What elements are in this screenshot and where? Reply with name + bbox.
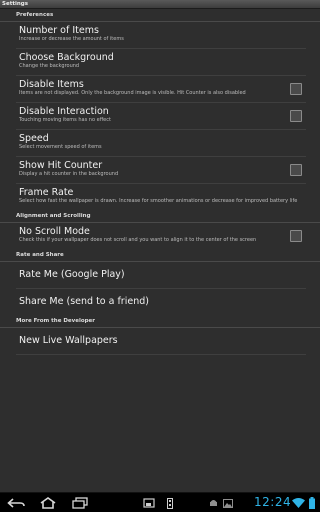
- pref-speed[interactable]: Speed Select movement speed of items: [0, 130, 320, 156]
- category-developer: More From the Developer: [0, 315, 320, 328]
- wifi-icon: [291, 496, 305, 510]
- pref-summary: Touching moving items has no effect: [19, 117, 111, 123]
- pref-title: Disable Interaction: [19, 106, 109, 117]
- pref-summary: Items are not displayed. Only the backgr…: [19, 90, 246, 96]
- system-bar: 12:24: [0, 492, 320, 512]
- pref-share-me[interactable]: Share Me (send to a friend): [0, 289, 320, 315]
- disable-items-checkbox[interactable]: [290, 83, 302, 95]
- pref-title: Show Hit Counter: [19, 160, 103, 171]
- pref-summary: Select how fast the wallpaper is drawn. …: [19, 198, 298, 204]
- android-notification-icon: [208, 496, 218, 510]
- pref-title: Disable Items: [19, 79, 84, 90]
- show-hit-counter-checkbox[interactable]: [290, 164, 302, 176]
- pref-title: Frame Rate: [19, 187, 74, 198]
- pref-rate-me[interactable]: Rate Me (Google Play): [0, 262, 320, 288]
- pref-new-live-wallpapers[interactable]: New Live Wallpapers: [0, 328, 320, 354]
- pref-title: New Live Wallpapers: [19, 335, 118, 346]
- disable-interaction-checkbox[interactable]: [290, 110, 302, 122]
- home-icon[interactable]: [38, 496, 58, 510]
- pref-title: Speed: [19, 133, 49, 144]
- pref-show-hit-counter[interactable]: Show Hit Counter Display a hit counter i…: [0, 157, 320, 183]
- pref-title: Number of Items: [19, 25, 99, 36]
- battery-icon: [307, 496, 316, 510]
- pref-summary: Check this if your wallpaper does not sc…: [19, 237, 257, 243]
- window-title: Settings: [0, 0, 320, 9]
- category-alignment: Alignment and Scrolling: [0, 210, 320, 223]
- category-rate-share: Rate and Share: [0, 249, 320, 262]
- screenshot-icon[interactable]: [142, 496, 156, 510]
- pref-title: Rate Me (Google Play): [19, 269, 125, 280]
- pref-choose-background[interactable]: Choose Background Change the background: [0, 49, 320, 75]
- divider: [16, 354, 306, 355]
- back-icon[interactable]: [6, 496, 26, 510]
- pref-summary: Select movement speed of items: [19, 144, 102, 150]
- pref-title: Choose Background: [19, 52, 114, 63]
- recent-apps-icon[interactable]: [70, 496, 90, 510]
- no-scroll-mode-checkbox[interactable]: [290, 230, 302, 242]
- menu-icon[interactable]: [165, 496, 175, 510]
- image-notification-icon: [222, 496, 234, 510]
- pref-no-scroll-mode[interactable]: No Scroll Mode Check this if your wallpa…: [0, 223, 320, 249]
- pref-summary: Display a hit counter in the background: [19, 171, 119, 177]
- category-preferences: Preferences: [0, 9, 320, 22]
- settings-list: Preferences Number of Items Increase or …: [0, 9, 320, 492]
- pref-title: No Scroll Mode: [19, 226, 90, 237]
- pref-disable-interaction[interactable]: Disable Interaction Touching moving item…: [0, 103, 320, 129]
- pref-title: Share Me (send to a friend): [19, 296, 149, 307]
- pref-summary: Change the background: [19, 63, 80, 69]
- pref-summary: Increase or decrease the amount of items: [19, 36, 124, 42]
- status-clock: 12:24: [254, 495, 292, 509]
- pref-frame-rate[interactable]: Frame Rate Select how fast the wallpaper…: [0, 184, 320, 210]
- pref-number-of-items[interactable]: Number of Items Increase or decrease the…: [0, 22, 320, 48]
- pref-disable-items[interactable]: Disable Items Items are not displayed. O…: [0, 76, 320, 102]
